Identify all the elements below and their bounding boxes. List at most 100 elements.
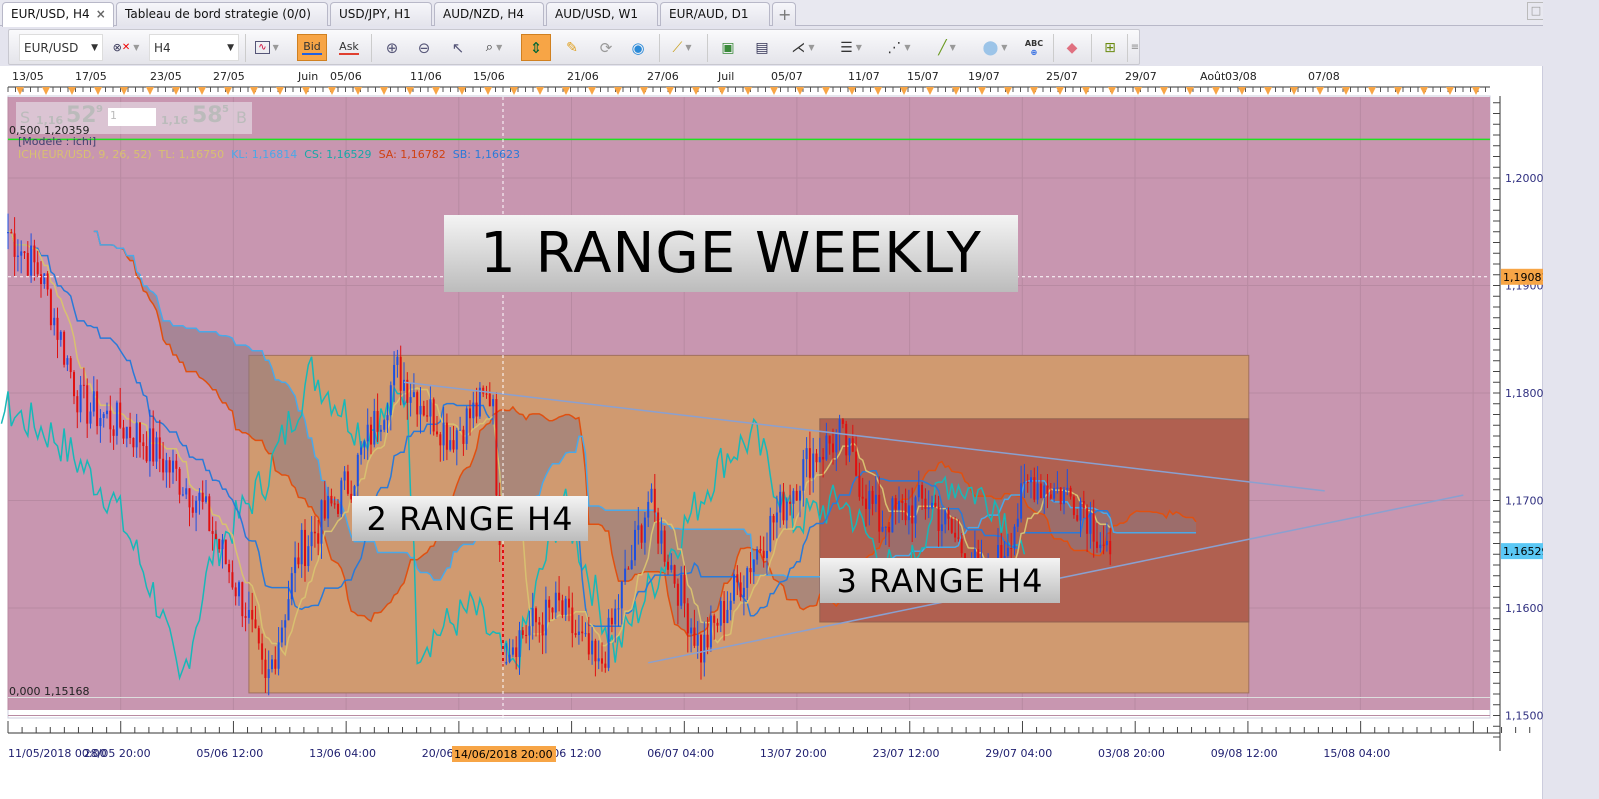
fan-icon[interactable]: ⋰ ▼ xyxy=(879,34,919,61)
candle-body xyxy=(152,428,155,462)
candle-body xyxy=(465,408,468,444)
weekend-marker-icon xyxy=(640,87,648,95)
candle-body xyxy=(426,415,429,417)
candle-body xyxy=(779,491,782,513)
candle-body xyxy=(637,525,640,530)
candle-body xyxy=(211,531,214,534)
ruler-icon[interactable]: ⟋ ▼ xyxy=(665,34,699,61)
link-remove-icon[interactable]: ⊗ ✕ ▼ xyxy=(109,34,143,61)
pointer-icon[interactable]: ↖ xyxy=(445,34,471,61)
candle-body xyxy=(86,385,89,424)
hierarchy-icon[interactable]: ⊞ xyxy=(1097,34,1123,61)
weekend-marker-icon xyxy=(1212,87,1220,95)
candle-body xyxy=(442,422,445,446)
timeframe-select[interactable]: H4 ▼ xyxy=(149,34,239,61)
candle-body xyxy=(257,628,260,644)
candle-body xyxy=(422,405,425,416)
weekend-marker-icon xyxy=(1160,87,1168,95)
time-axis-label: 06/07 04:00 xyxy=(647,747,714,760)
candle-body xyxy=(581,631,584,634)
window-chart-icon[interactable]: ▤ xyxy=(749,34,775,61)
tab-eurusd-h4[interactable]: EUR/USD, H4 × xyxy=(2,2,114,27)
fork-icon[interactable]: ⋌ ▼ xyxy=(783,34,823,61)
bid-button[interactable]: Bid xyxy=(297,34,327,61)
annotation-range-h4-3[interactable]: 3 RANGE H4 xyxy=(820,558,1060,603)
symbol-value: EUR/USD xyxy=(24,40,79,55)
candle-body xyxy=(891,498,894,533)
ellipse-icon[interactable]: ⬤ ▼ xyxy=(975,34,1015,61)
lots-input[interactable]: 1 xyxy=(108,108,156,126)
candle-body xyxy=(247,609,250,618)
text-icon[interactable]: ABC ⊕ xyxy=(1021,34,1047,61)
candle-body xyxy=(165,460,168,473)
candle-body xyxy=(43,273,46,285)
chart-toolbar: EUR/USD ▼ ⊗ ✕ ▼ H4 ▼ ∿ ▼ Bid Ask ⊕ ⊖ ↖ ⌕ ▼ ⇕ ✎… xyxy=(8,29,1140,65)
globe-icon[interactable]: ◉ xyxy=(625,34,651,61)
image-icon[interactable]: ▣ xyxy=(715,34,741,61)
candle-body xyxy=(475,402,478,417)
candle-body xyxy=(172,460,174,473)
eraser-icon[interactable]: ◆ xyxy=(1059,34,1085,61)
annotation-range-h4-2[interactable]: 2 RANGE H4 xyxy=(352,496,588,541)
tab-audnzd-h4[interactable]: AUD/NZD, H4 xyxy=(434,2,544,26)
candle-body xyxy=(125,426,128,439)
weekend-marker-icon xyxy=(1290,87,1298,95)
tab-usdjpy-h1[interactable]: USD/JPY, H1 xyxy=(330,2,432,26)
candle-body xyxy=(1010,547,1013,549)
weekend-marker-icon xyxy=(1082,87,1090,95)
candle-body xyxy=(340,480,343,514)
candle-body xyxy=(327,495,330,519)
edit-template-icon[interactable]: ✎ xyxy=(559,34,585,61)
tab-euraud-d1[interactable]: EUR/AUD, D1 xyxy=(660,2,770,26)
candle-body xyxy=(231,572,234,588)
candle-body xyxy=(574,633,577,635)
zoom-in-icon[interactable]: ⊕ xyxy=(379,34,405,61)
candle-body xyxy=(300,529,303,565)
candle-body xyxy=(848,438,851,456)
candle-body xyxy=(251,609,254,620)
candle-body xyxy=(670,565,673,570)
candle-body xyxy=(947,510,950,519)
candle-body xyxy=(799,490,801,501)
candle-body xyxy=(548,599,551,608)
time-axis-label: 13/06 04:00 xyxy=(309,747,376,760)
chart-type-icon[interactable]: ∿ ▼ xyxy=(251,34,283,61)
candle-body xyxy=(624,568,627,582)
candle-body xyxy=(337,503,339,514)
candle-body xyxy=(729,600,732,610)
refresh-icon[interactable]: ⟳ xyxy=(593,34,619,61)
candle-body xyxy=(769,515,772,551)
ask-button[interactable]: Ask xyxy=(334,34,364,61)
candle-body xyxy=(749,568,752,573)
annotation-range-weekly[interactable]: 1 RANGE WEEKLY xyxy=(444,215,1018,292)
more-icon[interactable]: ≡ xyxy=(1129,34,1141,61)
candle-body xyxy=(640,525,643,543)
weekend-marker-icon xyxy=(484,87,492,95)
time-axis-label: 05/06 12:00 xyxy=(196,747,263,760)
add-tab-button[interactable]: + xyxy=(772,2,796,26)
candle-body xyxy=(7,232,9,234)
candle-body xyxy=(709,615,712,648)
zoom-box-icon[interactable]: ⌕ ▼ xyxy=(477,34,511,61)
crosshair-scale-icon[interactable]: ⇕ xyxy=(521,34,551,61)
candle-body xyxy=(76,396,79,413)
candle-body xyxy=(429,399,432,417)
price-chart[interactable]: 1,20001,19001,18001,17001,16001,15001,19… xyxy=(0,66,1543,799)
top-axis-label: 11/07 xyxy=(848,70,880,83)
tab-audusd-w1[interactable]: AUD/USD, W1 xyxy=(546,2,658,26)
tab-tableau-de-bord[interactable]: Tableau de bord strategie (0/0) xyxy=(116,2,328,26)
buy-button[interactable]: B xyxy=(236,108,247,127)
line-icon[interactable]: ╱ ▼ xyxy=(927,34,967,61)
zoom-out-icon[interactable]: ⊖ xyxy=(411,34,437,61)
weekend-marker-icon xyxy=(250,87,258,95)
close-tab-icon[interactable]: × xyxy=(96,7,106,21)
top-axis-label: Août xyxy=(1200,70,1226,83)
levels-icon[interactable]: ☰ ▼ xyxy=(831,34,871,61)
chart-area[interactable]: 1,2000 1,1900 1,1800 1,1700 1,1600 1,1500 1,19… xyxy=(0,66,1543,799)
candle-body xyxy=(396,356,399,365)
candle-body xyxy=(904,503,907,521)
symbol-select[interactable]: EUR/USD ▼ xyxy=(19,34,103,61)
candle-body xyxy=(577,631,580,635)
tab-label: EUR/USD, H4 xyxy=(11,7,90,21)
candle-body xyxy=(528,626,531,636)
